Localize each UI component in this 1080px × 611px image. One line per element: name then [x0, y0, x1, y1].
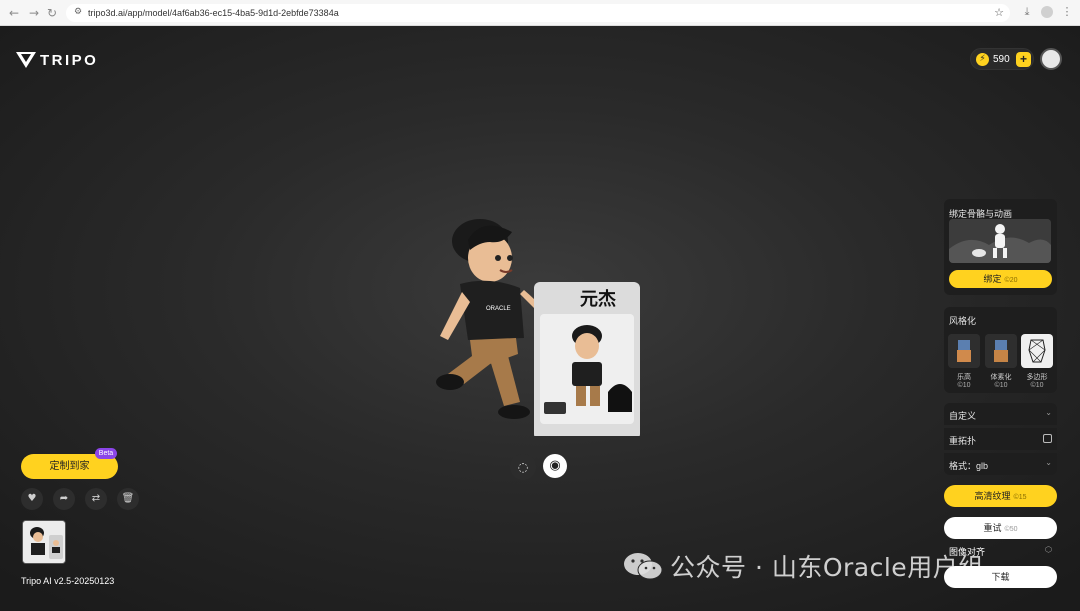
wechat-icon	[624, 553, 663, 580]
reload-icon[interactable]: ↻	[44, 5, 60, 21]
textured-view-icon[interactable]: ◉	[543, 454, 567, 478]
url-text[interactable]: tripo3d.ai/app/model/4af6ab36-ec15-4ba5-…	[88, 8, 339, 18]
download-icon[interactable]: ⤓	[1020, 5, 1034, 19]
tripo-logo-icon	[16, 52, 36, 68]
retopology-toggle[interactable]: 重拓扑	[944, 428, 1057, 450]
heart-icon[interactable]: ♥	[21, 488, 43, 510]
rig-button[interactable]: 绑定 ©20	[949, 270, 1052, 288]
retopology-checkbox[interactable]	[1043, 434, 1052, 443]
style-voxel-cost: ©10	[994, 382, 1008, 389]
rig-button-label: 绑定	[983, 274, 1002, 284]
lightning-icon: ⚡	[976, 53, 989, 66]
format-label: 格式：glb	[949, 461, 989, 471]
watermark-text: 公众号 · 山东Oracle用户组	[670, 553, 984, 582]
rig-preview-image	[949, 219, 1051, 263]
back-arrow-icon[interactable]: ←	[6, 5, 22, 21]
forward-arrow-icon[interactable]: →	[26, 5, 42, 21]
menu-icon[interactable]: ⋮	[1060, 5, 1074, 19]
style-polygon-card[interactable]	[1021, 334, 1053, 368]
credits-pill[interactable]: ⚡ 590 +	[970, 48, 1034, 70]
app-viewport: TRIPO ⚡ 590 + ORACLE 元杰 ◌ ◉ 定制到家 Beta ♥ …	[0, 26, 1080, 611]
rig-cost: ©20	[1004, 277, 1018, 284]
style-lego-cost: ©10	[957, 382, 971, 389]
add-credits-button[interactable]: +	[1016, 52, 1031, 67]
credit-count: 590	[993, 54, 1010, 65]
chevron-down-icon: ⌄	[1045, 408, 1052, 417]
retry-cost: ©50	[1004, 526, 1018, 533]
style-lego-label: 乐高	[957, 374, 971, 381]
model-preview[interactable]: ORACLE 元杰	[420, 206, 650, 436]
site-settings-icon[interactable]: ⚙	[74, 7, 82, 17]
style-lego-card[interactable]	[948, 334, 980, 368]
view-mode-toggle[interactable]: ◌ ◉	[510, 454, 570, 480]
box-label: 元杰	[580, 288, 616, 310]
style-polygon-cost: ©10	[1030, 382, 1044, 389]
address-bar[interactable]: ⚙ tripo3d.ai/app/model/4af6ab36-ec15-4ba…	[66, 4, 1010, 22]
share-icon[interactable]: ➦	[53, 488, 75, 510]
style-polygon-label: 多边形	[1026, 374, 1048, 381]
trash-icon[interactable]: 🗑	[117, 488, 139, 510]
profile-avatar-icon[interactable]	[1041, 6, 1053, 18]
chevron-down-icon: ⌄	[1045, 458, 1052, 467]
hd-texture-cost: ©15	[1013, 494, 1027, 501]
format-select[interactable]: 格式：glb ⌄	[944, 453, 1057, 475]
retopology-label: 重拓扑	[949, 436, 977, 446]
beta-badge: Beta	[95, 448, 117, 459]
logo-text: TRIPO	[40, 51, 99, 69]
style-voxel-card[interactable]	[985, 334, 1017, 368]
source-image-thumbnail[interactable]	[22, 520, 66, 564]
cube-icon[interactable]: ⬡	[1045, 545, 1052, 554]
rig-panel: 绑定骨骼与动画 绑定 ©20	[944, 199, 1057, 295]
model-version: Tripo AI v2.5-20250123	[21, 576, 115, 586]
style-voxel-label: 体素化	[990, 374, 1012, 381]
browser-toolbar: ← → ↻ ⚙ tripo3d.ai/app/model/4af6ab36-ec…	[0, 0, 1080, 26]
bookmark-star-icon[interactable]: ☆	[994, 6, 1004, 19]
user-avatar[interactable]	[1040, 48, 1062, 70]
swap-icon[interactable]: ⇄	[85, 488, 107, 510]
stylize-panel: 风格化 乐高 体素化 多边形 ©10 ©10 ©10	[944, 307, 1057, 393]
wireframe-view-icon[interactable]: ◌	[510, 454, 536, 480]
retry-label: 重试	[983, 523, 1002, 533]
stylize-title: 风格化	[949, 316, 977, 326]
wechat-watermark: 公众号 · 山东Oracle用户组	[622, 550, 984, 582]
custom-label: 自定义	[949, 411, 977, 421]
tripo-logo[interactable]: TRIPO	[16, 50, 98, 70]
svg-text:ORACLE: ORACLE	[486, 306, 511, 312]
custom-dropdown[interactable]: 自定义 ⌄	[944, 403, 1057, 425]
hd-texture-label: 高清纹理	[974, 491, 1011, 501]
retry-button[interactable]: 重试 ©50	[944, 517, 1057, 539]
hd-texture-button[interactable]: 高清纹理 ©15	[944, 485, 1057, 507]
